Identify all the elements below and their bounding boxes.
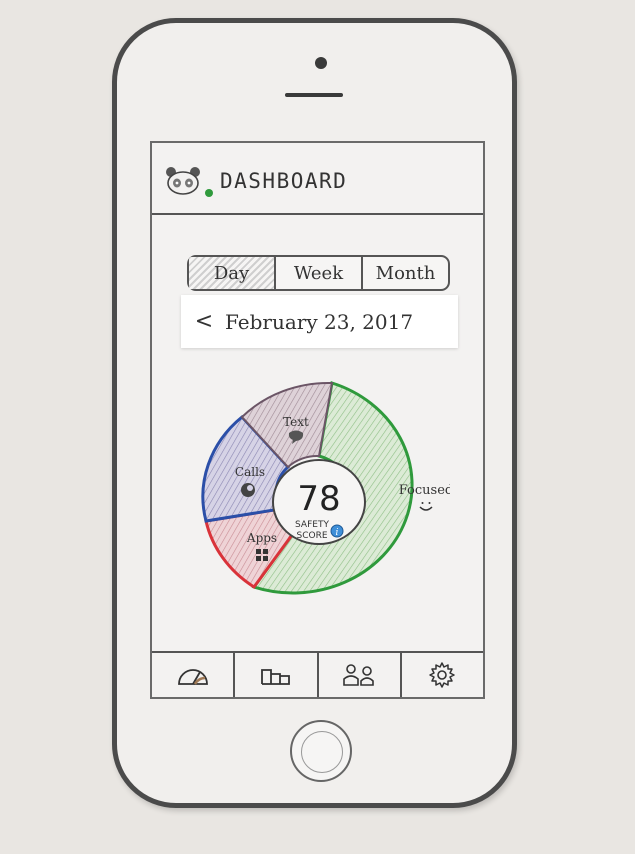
segment-week[interactable]: Week xyxy=(274,257,361,289)
tab-friends[interactable] xyxy=(316,653,400,697)
status-dot xyxy=(205,189,213,197)
leaderboard-icon xyxy=(260,669,290,685)
safety-score-label-2: SCORE xyxy=(296,531,327,541)
segment-label-calls: Calls xyxy=(235,465,265,479)
segment-month[interactable]: Month xyxy=(361,257,448,289)
date-navigator: < February 23, 2017 xyxy=(181,295,458,348)
tab-leaderboard[interactable] xyxy=(233,653,316,697)
safety-score-value: 78 xyxy=(297,479,340,519)
period-segmented-control: Day Week Month xyxy=(187,255,450,291)
settings-gear-icon xyxy=(429,662,456,688)
segment-label-apps: Apps xyxy=(246,531,277,545)
safety-score-label-1: SAFETY xyxy=(295,520,329,530)
segment-label-text: Text xyxy=(283,415,309,429)
tab-settings[interactable] xyxy=(399,653,483,697)
current-date: February 23, 2017 xyxy=(225,309,414,334)
home-button[interactable] xyxy=(290,720,352,782)
app-screen: DASHBOARD Day Week Month < February 23, … xyxy=(150,141,485,699)
svg-text:i: i xyxy=(336,528,339,538)
dashboard-gauge-icon xyxy=(177,669,208,685)
page-title: DASHBOARD xyxy=(220,169,348,193)
bottom-tab-bar xyxy=(152,651,483,697)
front-camera xyxy=(315,57,327,69)
segment-day[interactable]: Day xyxy=(189,257,274,289)
smile-icon xyxy=(419,502,433,511)
friends-icon xyxy=(343,664,374,686)
phone-icon xyxy=(241,483,255,497)
tab-dashboard[interactable] xyxy=(152,653,233,697)
app-header: DASHBOARD xyxy=(152,143,483,215)
panda-logo-icon xyxy=(166,167,200,195)
prev-date-button[interactable]: < xyxy=(189,309,219,334)
segment-label-focused: Focused xyxy=(399,483,450,498)
speaker-slot xyxy=(285,93,343,97)
safety-donut-chart: 78 SAFETY SCORE i Focused Apps Calls Tex… xyxy=(201,381,450,595)
